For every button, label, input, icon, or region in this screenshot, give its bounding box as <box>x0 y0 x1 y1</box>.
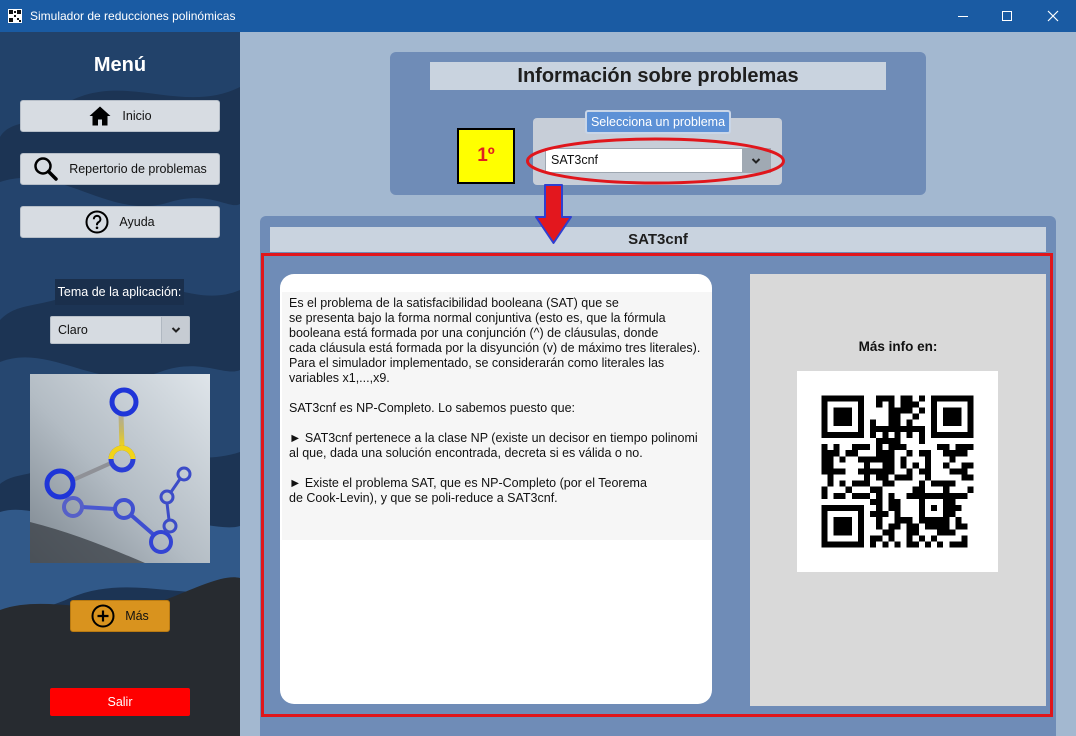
more-button-label: Más <box>125 609 149 623</box>
graph-edge <box>165 502 171 521</box>
sidebar: Menú Inicio Repertorio de problemas Ayud… <box>0 32 240 736</box>
theme-select-value: Claro <box>58 323 88 337</box>
graph-illustration <box>30 374 210 563</box>
problem-selector-label: Selecciona un problema <box>585 110 731 134</box>
annotation-ellipse <box>526 137 785 185</box>
problem-repertoire-button-label: Repertorio de problemas <box>69 162 207 176</box>
home-icon <box>89 106 111 126</box>
home-button-label: Inicio <box>122 109 152 123</box>
theme-label: Tema de la aplicación: <box>55 279 184 305</box>
maximize-button[interactable] <box>984 0 1030 32</box>
home-button[interactable]: Inicio <box>20 100 220 132</box>
exit-button[interactable]: Salir <box>50 688 190 716</box>
more-button[interactable]: Más <box>70 600 170 632</box>
help-button[interactable]: Ayuda <box>20 206 220 238</box>
minimize-icon <box>958 16 968 17</box>
menu-heading: Menú <box>93 54 147 76</box>
graph-edge <box>118 413 125 449</box>
app-icon <box>8 9 22 23</box>
plus-circle-icon <box>91 604 115 628</box>
maximize-icon <box>1002 11 1012 21</box>
step-badge: 1º <box>457 128 515 184</box>
graph-edge <box>81 505 116 511</box>
close-button[interactable] <box>1030 0 1076 32</box>
title-bar: Simulador de reducciones polinómicas <box>0 0 1076 32</box>
help-button-label: Ayuda <box>119 215 155 229</box>
window-title: Simulador de reducciones polinómicas <box>30 9 236 23</box>
chevron-down-icon <box>171 327 180 333</box>
problem-repertoire-button[interactable]: Repertorio de problemas <box>20 153 220 185</box>
theme-select[interactable]: Claro <box>50 316 190 344</box>
search-icon <box>34 157 58 181</box>
problem-detail-title: SAT3cnf <box>270 227 1046 252</box>
minimize-button[interactable] <box>940 0 986 32</box>
theme-dropdown-button[interactable] <box>161 317 189 343</box>
close-icon <box>1047 10 1059 22</box>
annotation-frame <box>261 253 1053 717</box>
down-arrow-icon <box>535 184 572 244</box>
info-panel-title: Información sobre problemas <box>430 62 886 90</box>
help-icon <box>85 210 109 234</box>
